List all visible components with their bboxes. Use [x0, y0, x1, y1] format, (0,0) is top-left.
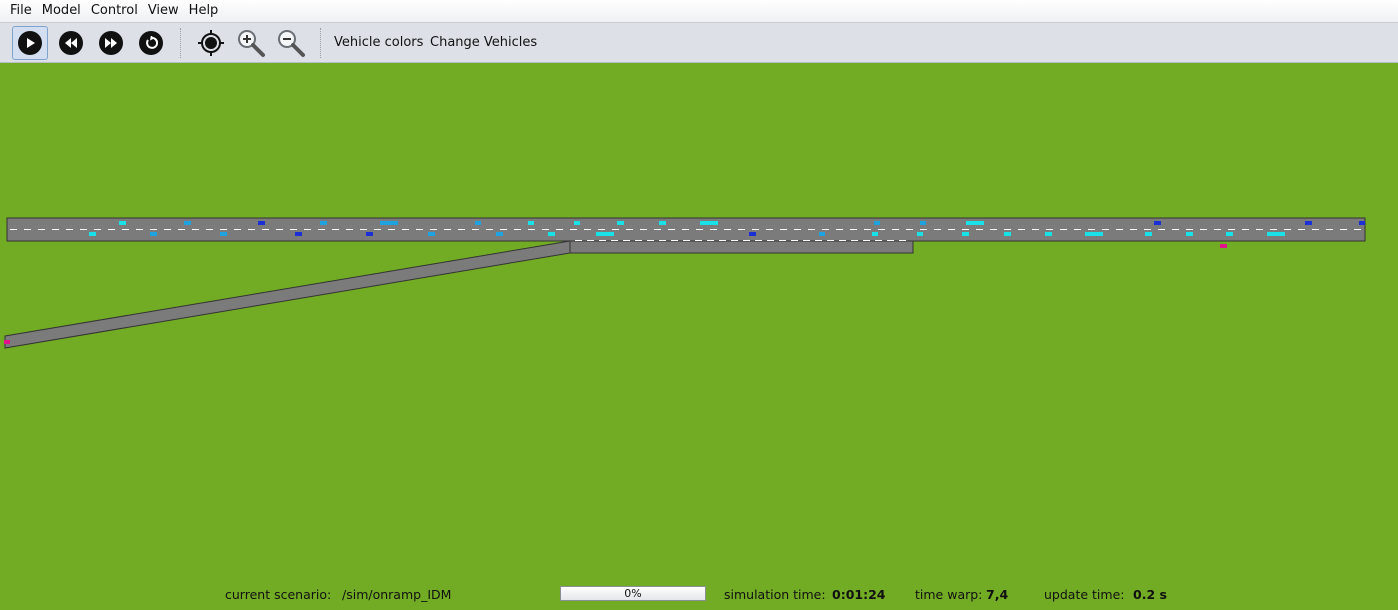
vehicle	[184, 221, 191, 225]
grass-background	[0, 63, 1398, 583]
road-network	[0, 63, 1398, 583]
vehicle	[1186, 232, 1193, 236]
menu-view[interactable]: View	[143, 0, 184, 22]
zoom-in-icon	[238, 30, 265, 57]
zoom-out-button[interactable]	[273, 26, 309, 60]
toolbar-separator	[180, 28, 181, 58]
vehicle	[1359, 221, 1365, 225]
vehicle	[1154, 221, 1161, 225]
toolbar-separator	[320, 28, 321, 58]
vehicle	[920, 221, 926, 225]
vehicle	[1220, 244, 1227, 248]
reset-button[interactable]	[133, 26, 169, 60]
vehicle	[596, 232, 614, 236]
vehicle	[574, 221, 580, 225]
fast-forward-icon	[99, 31, 123, 55]
status-bar: current scenario: /sim/onramp_IDM 0% sim…	[0, 583, 1398, 610]
menu-model[interactable]: Model	[37, 0, 86, 22]
update-time-label: update time:	[1044, 587, 1125, 602]
vehicle	[1267, 232, 1285, 236]
play-button[interactable]	[12, 26, 48, 60]
crosshair-icon	[198, 30, 224, 56]
vehicle	[962, 232, 969, 236]
vehicle	[428, 232, 435, 236]
vehicle	[1145, 232, 1152, 236]
vehicle	[475, 221, 481, 225]
vehicle	[659, 221, 666, 225]
vehicle	[150, 232, 157, 236]
rewind-button[interactable]	[53, 26, 89, 60]
center-view-button[interactable]	[193, 26, 229, 60]
vehicle	[496, 232, 503, 236]
simulation-canvas[interactable]	[0, 63, 1398, 583]
scenario-label: current scenario:	[225, 587, 332, 602]
vehicle	[548, 232, 555, 236]
menu-bar: File Model Control View Help	[0, 0, 1398, 23]
progress-text: 0%	[624, 587, 642, 600]
vehicle	[1085, 232, 1103, 236]
vehicle	[819, 232, 825, 236]
vehicle	[119, 221, 126, 225]
time-warp-value: 7,4	[986, 587, 1009, 602]
vehicle	[258, 221, 265, 225]
play-icon	[18, 31, 42, 55]
simulation-time-value: 0:01:24	[832, 587, 886, 602]
vehicle	[295, 232, 302, 236]
vehicle	[320, 221, 327, 225]
vehicle	[1226, 232, 1233, 236]
progress-bar: 0%	[560, 586, 706, 601]
vehicle	[1045, 232, 1052, 236]
vehicle	[749, 232, 756, 236]
vehicle	[4, 340, 10, 344]
vehicle	[366, 232, 373, 236]
menu-control[interactable]: Control	[86, 0, 143, 22]
fast-forward-button[interactable]	[93, 26, 129, 60]
change-vehicles-button[interactable]: Change Vehicles	[430, 23, 537, 62]
vehicle	[917, 232, 923, 236]
vehicle	[220, 232, 227, 236]
rewind-icon	[59, 31, 83, 55]
vehicle	[874, 221, 880, 225]
vehicle	[617, 221, 624, 225]
vehicle	[380, 221, 398, 225]
menu-help[interactable]: Help	[184, 0, 224, 22]
simulation-time-label: simulation time:	[724, 587, 826, 602]
vehicle	[966, 221, 984, 225]
vehicle	[528, 221, 534, 225]
vehicle	[1305, 221, 1312, 225]
zoom-in-button[interactable]	[233, 26, 269, 60]
vehicle	[700, 221, 718, 225]
scenario-value: /sim/onramp_IDM	[342, 587, 452, 602]
merge-lane	[569, 239, 914, 254]
vehicle	[1004, 232, 1011, 236]
reset-icon	[139, 31, 163, 55]
vehicle-colors-button[interactable]: Vehicle colors	[334, 23, 423, 62]
menu-file[interactable]: File	[0, 0, 37, 22]
update-time-value: 0.2 s	[1133, 587, 1167, 602]
toolbar: Vehicle colors Change Vehicles	[0, 23, 1398, 63]
time-warp-label: time warp:	[915, 587, 983, 602]
vehicle	[89, 232, 96, 236]
zoom-out-icon	[278, 30, 305, 57]
vehicle	[872, 232, 878, 236]
